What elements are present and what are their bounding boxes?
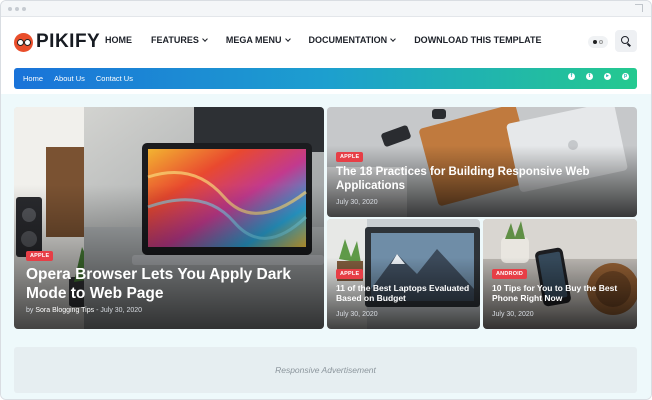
window-dot: [22, 7, 26, 11]
logo-icon: [14, 32, 33, 52]
featured-post-3[interactable]: APPLE 11 of the Best Laptops Evaluated B…: [327, 219, 480, 329]
search-button[interactable]: [615, 30, 637, 52]
nav-item-documentation[interactable]: DOCUMENTATION: [308, 35, 397, 45]
dark-mode-toggle[interactable]: [588, 36, 608, 48]
sun-icon: [593, 40, 597, 44]
social-glyph: p: [623, 73, 628, 79]
nav-item-features[interactable]: FEATURES: [151, 35, 208, 45]
post-date: July 30, 2020: [336, 199, 378, 206]
category-badge[interactable]: APPLE: [26, 251, 54, 261]
menubar-link-home[interactable]: Home: [23, 74, 43, 83]
menubar-link-contact-us[interactable]: Contact Us: [96, 74, 133, 83]
menubar-links: Home About Us Contact Us: [23, 74, 144, 83]
social-glyph: ▸: [606, 73, 609, 79]
featured-post-main[interactable]: APPLE Opera Browser Lets You Apply Dark …: [14, 107, 324, 329]
pinterest-icon[interactable]: p: [622, 73, 629, 80]
chevron-down-icon: [284, 35, 291, 42]
window-chrome: [1, 1, 651, 17]
author-prefix: by: [26, 307, 34, 314]
post-meta: by Sora Blogging Tips - July 30, 2020: [26, 307, 142, 314]
post-date: July 30, 2020: [492, 311, 534, 318]
featured-post-4[interactable]: ANDROID 10 Tips for You to Buy the Best …: [483, 219, 637, 329]
site-logo[interactable]: PIKIFY: [14, 31, 100, 53]
chevron-down-icon: [202, 35, 208, 42]
youtube-icon[interactable]: ▸: [604, 73, 611, 80]
nav-item-label: DOWNLOAD THIS TEMPLATE: [414, 35, 542, 45]
site-header: PIKIFY HOME FEATURES MEGA MENU DOCUMENTATIO…: [1, 18, 651, 66]
logo-text: PIKIFY: [36, 31, 101, 52]
secondary-menubar: Home About Us Contact Us f t ▸ p: [14, 68, 637, 89]
category-badge[interactable]: ANDROID: [492, 269, 528, 279]
nav-item-download-this-template[interactable]: DOWNLOAD THIS TEMPLATE: [414, 35, 541, 45]
nav-item-home[interactable]: HOME: [105, 35, 132, 45]
menubar-link-about-us[interactable]: About Us: [54, 74, 85, 83]
twitter-icon[interactable]: t: [586, 73, 593, 80]
main-nav: HOME FEATURES MEGA MENU DOCUMENTATION DOWNLO…: [105, 35, 561, 45]
nav-item-label: HOME: [105, 35, 132, 45]
category-badge[interactable]: APPLE: [336, 152, 364, 162]
meta-separator: -: [96, 307, 99, 314]
social-glyph: f: [570, 73, 573, 79]
nav-item-mega-menu[interactable]: MEGA MENU: [225, 35, 291, 45]
nav-item-label: DOCUMENTATION: [308, 35, 388, 45]
post-title[interactable]: Opera Browser Lets You Apply Dark Mode t…: [26, 266, 311, 303]
post-date: July 30, 2020: [336, 311, 378, 318]
facebook-icon[interactable]: f: [568, 73, 575, 80]
browser-window: PIKIFY HOME FEATURES MEGA MENU DOCUMENTATIO…: [0, 0, 652, 400]
social-links: f t ▸ p: [568, 73, 629, 80]
expand-icon[interactable]: [635, 4, 643, 12]
search-icon: [621, 36, 629, 44]
category-badge[interactable]: APPLE: [336, 269, 364, 279]
social-glyph: t: [588, 73, 591, 79]
advertisement-slot[interactable]: Responsive Advertisement: [14, 347, 637, 393]
nav-item-label: MEGA MENU: [225, 35, 282, 45]
post-date: July 30, 2020: [100, 307, 143, 314]
moon-icon: [599, 40, 603, 44]
featured-post-2[interactable]: APPLE The 18 Practices for Building Resp…: [327, 107, 637, 217]
author-name[interactable]: Sora Blogging Tips: [35, 307, 94, 314]
post-title[interactable]: 10 Tips for You to Buy the Best Phone Ri…: [492, 283, 630, 303]
post-title[interactable]: The 18 Practices for Building Responsive…: [336, 166, 626, 194]
window-dot: [15, 7, 19, 11]
post-title[interactable]: 11 of the Best Laptops Evaluated Based o…: [336, 283, 471, 303]
nav-item-label: FEATURES: [151, 35, 199, 45]
window-dot: [8, 7, 12, 11]
ad-label: Responsive Advertisement: [275, 365, 376, 375]
chevron-down-icon: [390, 35, 397, 42]
